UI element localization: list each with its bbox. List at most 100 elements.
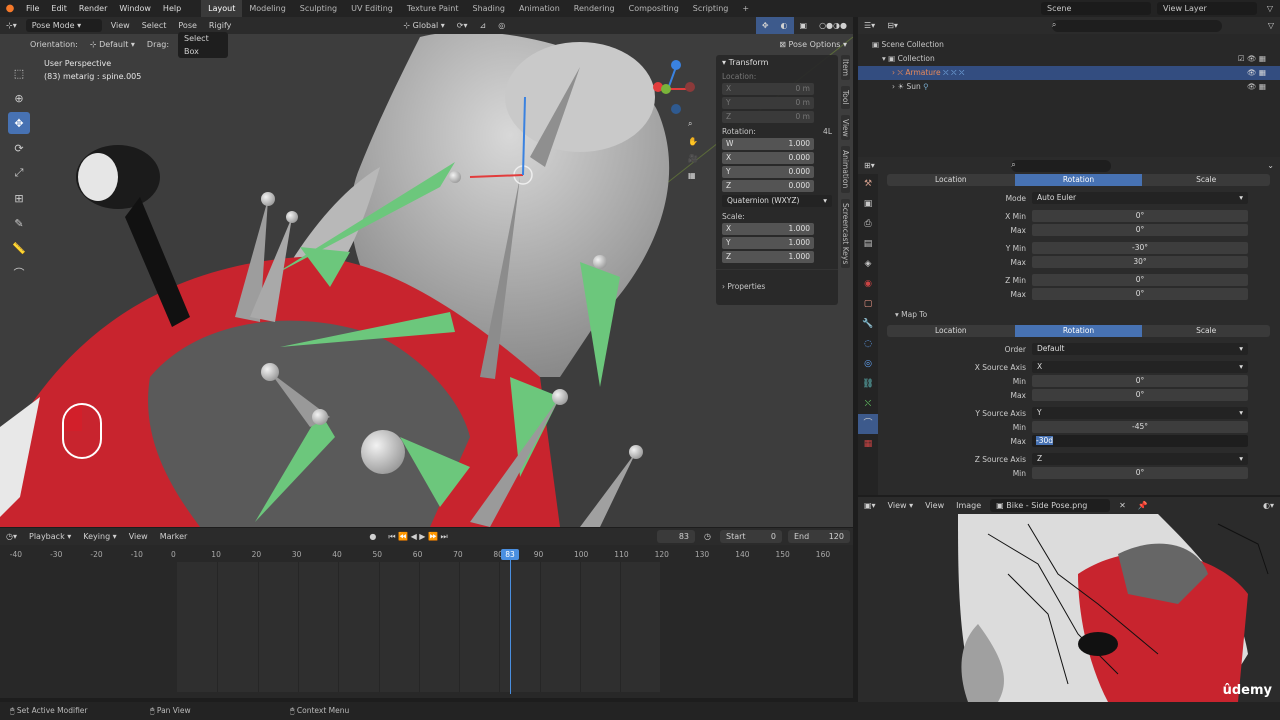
menu-help[interactable]: Help (157, 0, 187, 17)
y-max-input[interactable]: -30d (1032, 435, 1248, 447)
timeline-view-menu[interactable]: View (123, 528, 154, 545)
z-min-field[interactable]: 0° (1032, 467, 1248, 479)
data-props-icon[interactable]: ⛌ (858, 394, 878, 414)
transform-tool-icon[interactable]: ⊞ (8, 187, 30, 209)
render-props-icon[interactable]: ▣ (858, 194, 878, 214)
collection-row[interactable]: ▾ ▣ Collection ☑ 👁 ▦ (872, 52, 1280, 66)
image-view-menu[interactable]: View ▾ (882, 497, 920, 514)
tab-texture-paint[interactable]: Texture Paint (400, 0, 466, 17)
to-scale-tab[interactable]: Scale (1142, 325, 1270, 337)
tab-uv-editing[interactable]: UV Editing (344, 0, 400, 17)
image-selector[interactable]: ▣ Bike - Side Pose.png (990, 499, 1111, 512)
to-rotation-tab[interactable]: Rotation (1014, 325, 1143, 337)
from-range-field[interactable]: 0° (1032, 274, 1248, 286)
select-box-tool-icon[interactable]: ⬚ (8, 62, 30, 84)
pan-hand-icon[interactable]: ✋ (688, 137, 702, 146)
record-button-icon[interactable]: ● (363, 528, 382, 545)
tab-screencast-keys[interactable]: Screencast Keys (841, 198, 850, 268)
snap-icon[interactable]: ⊿ (473, 17, 492, 34)
tab-animation[interactable]: Animation (512, 0, 567, 17)
armature-row[interactable]: › ⛌ Armature ⛌ ⛌ ⛌ 👁 ▦ (858, 66, 1280, 80)
z-source-axis-selector[interactable]: Z ▾ (1032, 453, 1248, 465)
scale-y-field[interactable]: Y 1.000 (722, 237, 814, 249)
playback-menu[interactable]: Playback ▾ (23, 528, 77, 545)
x-max-field[interactable]: 0° (1032, 389, 1248, 401)
tab-item[interactable]: Item (841, 55, 850, 81)
annotate-tool-icon[interactable]: ✎ (8, 212, 30, 234)
blender-logo-icon[interactable]: ● (0, 3, 20, 14)
from-range-field[interactable]: 0° (1032, 288, 1248, 300)
tab-view[interactable]: View (841, 114, 850, 141)
location-x-field[interactable]: X0 m (722, 83, 814, 95)
tab-shading[interactable]: Shading (465, 0, 512, 17)
view-layer-selector[interactable]: View Layer (1157, 2, 1257, 15)
y-source-axis-selector[interactable]: Y ▾ (1032, 407, 1248, 419)
location-z-field[interactable]: Z0 m (722, 111, 814, 123)
grid-icon[interactable]: ▦ (688, 171, 702, 180)
image-view-menu-2[interactable]: View (919, 497, 950, 514)
xray-icon[interactable]: ▣ (794, 17, 814, 34)
image-overlay-icon[interactable]: ◐▾ (1257, 497, 1280, 514)
tab-scripting[interactable]: Scripting (686, 0, 736, 17)
proportional-edit-icon[interactable]: ◎ (492, 17, 511, 34)
cursor-tool-icon[interactable]: ⊕ (8, 87, 30, 109)
world-props-icon[interactable]: ◉ (858, 274, 878, 294)
to-location-tab[interactable]: Location (887, 325, 1015, 337)
tab-sculpting[interactable]: Sculpting (293, 0, 344, 17)
tab-tool[interactable]: Tool (841, 86, 850, 109)
preview-range-icon[interactable]: ◷ (698, 528, 717, 545)
image-close-icon[interactable]: ✕ (1113, 497, 1132, 514)
pivot-icon[interactable]: ⟳▾ (451, 17, 474, 34)
zoom-icon[interactable]: ⌕ (688, 119, 702, 129)
particles-props-icon[interactable]: ◌ (858, 334, 878, 354)
tab-modeling[interactable]: Modeling (242, 0, 292, 17)
mode-selector[interactable]: Pose Mode ▾ (25, 19, 102, 32)
map-to-subpanel[interactable]: ▾ Map To (887, 310, 1270, 319)
playhead[interactable] (510, 549, 511, 694)
transform-panel-title[interactable]: ▾ Transform (716, 55, 838, 70)
timeline-ruler[interactable]: -40 -30 -20 -10 0 10 20 30 40 50 60 70 80 90 100 110 120… (0, 546, 853, 560)
from-range-field[interactable]: 30° (1032, 256, 1248, 268)
x-min-field[interactable]: 0° (1032, 375, 1248, 387)
rotate-tool-icon[interactable]: ⟳ (8, 137, 30, 159)
tab-layout[interactable]: Layout (201, 0, 243, 17)
scene-collection-row[interactable]: ▣ Scene Collection (872, 38, 1280, 52)
object-props-icon[interactable]: ▢ (858, 294, 878, 314)
rotation-w-field[interactable]: W 1.000 (722, 138, 814, 150)
overlay-toggle-icon[interactable]: ◐ (774, 17, 794, 34)
properties-search-input[interactable]: ⌕ (1011, 159, 1112, 172)
properties-editor-type-icon[interactable]: ⊞▾ (858, 157, 881, 174)
playback-controls[interactable]: ⏮ ⏪ ◀ ▶ ⏩ ⏭ (382, 528, 453, 545)
tab-rendering[interactable]: Rendering (567, 0, 622, 17)
view-layer-props-icon[interactable]: ▤ (858, 234, 878, 254)
physics-props-icon[interactable]: ◎ (858, 354, 878, 374)
order-selector[interactable]: Default ▾ (1032, 343, 1248, 355)
scene-props-icon[interactable]: ◈ (858, 254, 878, 274)
bone-props-icon[interactable]: ⌒ (858, 414, 878, 434)
menu-view[interactable]: View (105, 17, 136, 34)
timeline-scene-range[interactable] (177, 562, 660, 692)
outliner-filter-icon[interactable]: ▽ (1262, 17, 1280, 34)
outliner-search-input[interactable]: ⌕ (1051, 19, 1222, 32)
scale-x-field[interactable]: X 1.000 (722, 223, 814, 235)
marker-menu[interactable]: Marker (154, 528, 194, 545)
navigation-gizmo[interactable] (648, 57, 708, 117)
menu-window[interactable]: Window (113, 0, 157, 17)
playhead-frame-badge[interactable]: 83 (501, 549, 519, 560)
mode-selector[interactable]: Auto Euler ▾ (1032, 192, 1248, 204)
from-scale-tab[interactable]: Scale (1142, 174, 1270, 186)
modifier-props-icon[interactable]: 🔧 (858, 314, 878, 334)
properties-options-icon[interactable]: ⌄ (1261, 157, 1280, 174)
outliner-editor-type-icon[interactable]: ☰▾ (858, 17, 881, 34)
editor-type-button[interactable]: ⊹▾ (0, 17, 23, 34)
location-y-field[interactable]: Y0 m (722, 97, 814, 109)
shading-modes[interactable]: ○●◑● (813, 17, 853, 34)
properties-subpanel[interactable]: › Properties (716, 269, 838, 293)
rotation-y-field[interactable]: Y 0.000 (722, 166, 814, 178)
output-props-icon[interactable]: ⎙ (858, 214, 878, 234)
bone-tool-icon[interactable]: ⌒ (8, 262, 30, 284)
tool-props-icon[interactable]: ⚒ (858, 174, 878, 194)
current-frame-field[interactable]: 83 (657, 530, 696, 543)
tab-animation-side[interactable]: Animation (841, 146, 850, 193)
menu-render[interactable]: Render (73, 0, 113, 17)
